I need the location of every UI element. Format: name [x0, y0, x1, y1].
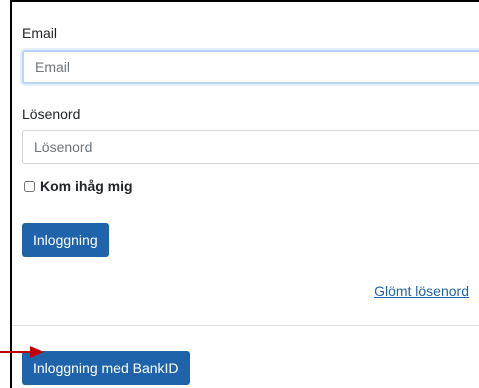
password-label: Lösenord: [22, 106, 81, 122]
login-button[interactable]: Inloggning: [22, 223, 109, 257]
password-input[interactable]: [22, 130, 479, 164]
email-label: Email: [22, 25, 58, 41]
forgot-password-link[interactable]: Glömt lösenord: [374, 283, 469, 299]
arrow-right-icon: [0, 346, 44, 358]
remember-me-checkbox[interactable]: [24, 180, 35, 192]
bankid-login-button[interactable]: Inloggning med BankID: [22, 351, 190, 385]
remember-me[interactable]: Kom ihåg mig: [24, 178, 133, 194]
remember-me-label: Kom ihåg mig: [40, 178, 133, 194]
email-input[interactable]: [22, 50, 479, 84]
divider: [12, 325, 479, 326]
